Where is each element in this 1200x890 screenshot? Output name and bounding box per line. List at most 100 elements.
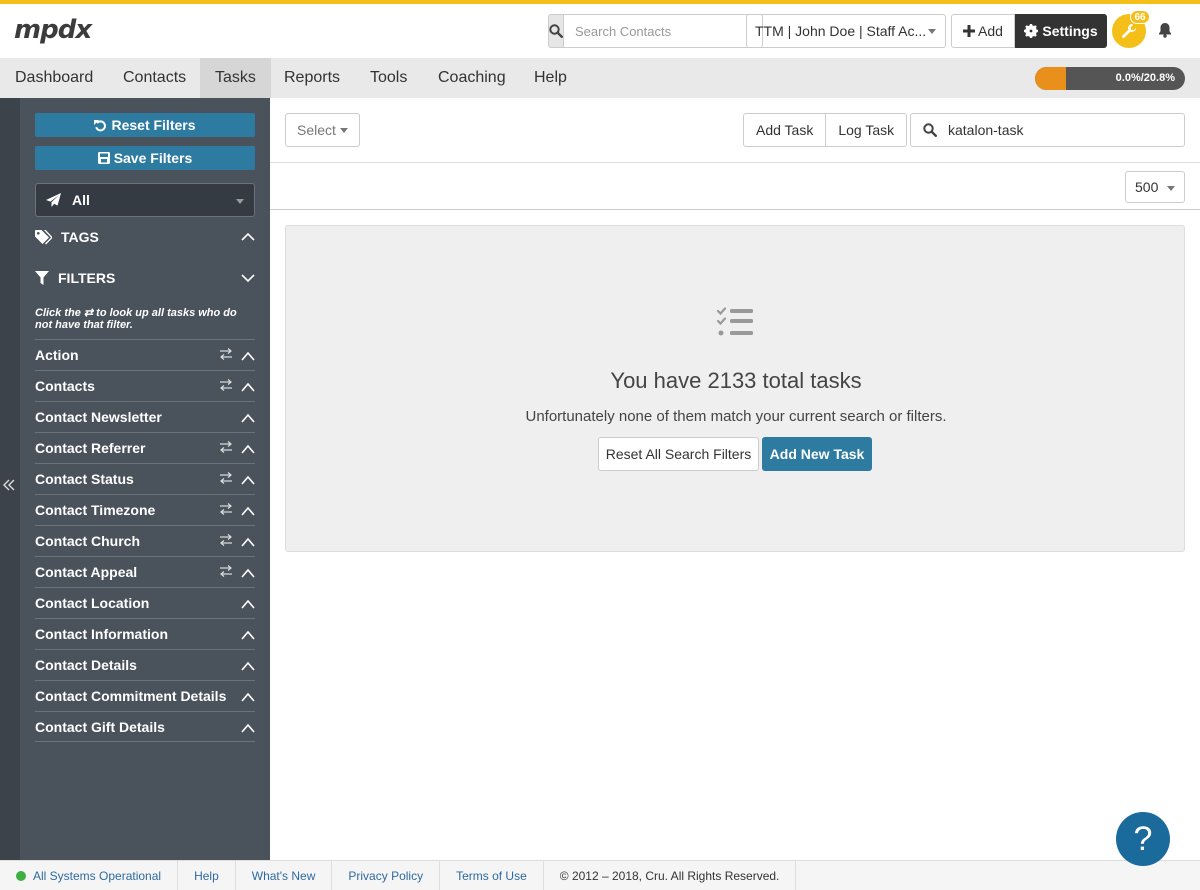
filter-row[interactable]: Contact Timezone (35, 494, 255, 525)
filters-help-text: Click the ⇄ to look up all tasks who do … (35, 307, 237, 331)
settings-button-label: Settings (1042, 23, 1098, 39)
add-new-task-button[interactable]: Add New Task (762, 437, 872, 471)
save-icon (97, 152, 110, 164)
add-button-label: Add (978, 23, 1003, 39)
nav-contacts[interactable]: Contacts (108, 58, 201, 98)
progress-fill (1035, 67, 1067, 90)
filter-row[interactable]: Contacts (35, 370, 255, 401)
per-page-select[interactable]: 500 (1125, 171, 1185, 203)
tasks-toolbar: Select Add Task Log Task katalon-task (270, 98, 1200, 163)
search-contacts-input[interactable] (564, 14, 763, 48)
search-icon (923, 123, 937, 137)
status-dot-icon (16, 870, 26, 881)
reverse-filter-icon[interactable] (219, 347, 233, 364)
filter-row-label: Contact Referrer (35, 440, 146, 456)
reverse-filter-icon[interactable] (219, 440, 233, 457)
pagination-bar: 500 (270, 163, 1200, 210)
chevron-down-icon (928, 29, 936, 34)
filter-row-label: Contact Status (35, 471, 134, 487)
account-list-value: TTM | John Doe | Staff Ac... (755, 23, 927, 39)
chevron-up-icon (241, 442, 255, 458)
chevron-down-icon (241, 274, 255, 283)
nav-reports[interactable]: Reports (269, 58, 355, 98)
chevron-up-icon (241, 535, 255, 551)
collapse-sidebar-icon[interactable] (2, 478, 16, 497)
save-filters-button[interactable]: Save Filters (35, 146, 255, 170)
filter-row-label: Contact Location (35, 595, 150, 611)
chevron-up-icon (241, 597, 255, 613)
reverse-filter-icon[interactable] (219, 533, 233, 550)
select-dropdown[interactable]: Select (285, 113, 360, 147)
saved-filter-select[interactable]: All (35, 183, 255, 217)
bell-icon[interactable] (1158, 22, 1178, 42)
filter-row[interactable]: Contact Location (35, 587, 255, 618)
filter-row-label: Contact Gift Details (35, 718, 165, 735)
sidebar-rail (0, 98, 20, 860)
plus-icon (963, 25, 976, 37)
account-list-select[interactable]: TTM | John Doe | Staff Ac... (746, 14, 946, 48)
add-button[interactable]: Add (951, 14, 1015, 48)
filter-row-label: Contact Church (35, 533, 140, 549)
footer-privacy-link[interactable]: Privacy Policy (332, 860, 441, 890)
nav-coaching[interactable]: Coaching (423, 58, 521, 98)
header: mpdx TTM | John Doe | Staff Ac... Add Se… (0, 4, 1200, 58)
per-page-value: 500 (1135, 179, 1159, 195)
filter-row[interactable]: Action (35, 339, 255, 370)
progress-label: 0.0%/20.8% (1115, 72, 1175, 84)
filter-row-label: Contact Details (35, 657, 137, 673)
select-dropdown-label: Select (297, 122, 336, 138)
filters-section-label: FILTERS (58, 270, 116, 286)
nav-tasks[interactable]: Tasks (200, 58, 271, 98)
help-question-icon[interactable]: ? (1116, 812, 1170, 866)
filter-row[interactable]: Contact Gift Details (35, 711, 255, 742)
filter-row[interactable]: Contact Information (35, 618, 255, 649)
task-search-field[interactable]: katalon-task (910, 113, 1185, 147)
goal-progress-bar[interactable]: 0.0%/20.8% (1035, 67, 1185, 90)
filter-row[interactable]: Contact Status (35, 463, 255, 494)
filter-row[interactable]: Contact Commitment Details (35, 680, 255, 711)
nav-dashboard[interactable]: Dashboard (0, 58, 108, 98)
mpdx-logo[interactable]: mpdx (14, 14, 100, 46)
logo-text: mpdx (14, 15, 92, 45)
filter-row[interactable]: Contact Details (35, 649, 255, 680)
chevron-up-icon (241, 504, 255, 520)
gear-icon (1024, 24, 1039, 38)
footer-copyright: © 2012 – 2018, Cru. All Rights Reserved. (544, 860, 797, 890)
search-icon[interactable] (548, 14, 564, 48)
empty-state-panel: You have 2133 total tasks Unfortunately … (285, 225, 1185, 552)
filter-row-label: Contact Appeal (35, 564, 138, 580)
empty-state-title: You have 2133 total tasks (610, 368, 862, 393)
filters-section-header[interactable]: FILTERS (35, 263, 255, 293)
footer-terms-link[interactable]: Terms of Use (440, 860, 544, 890)
nav-tools[interactable]: Tools (355, 58, 422, 98)
reverse-filter-icon[interactable] (219, 378, 233, 395)
system-status-link[interactable]: All Systems Operational (0, 860, 179, 890)
reverse-filter-icon[interactable] (219, 471, 233, 488)
chevron-up-icon (241, 380, 255, 396)
undo-icon (94, 119, 107, 131)
save-filters-label: Save Filters (113, 150, 193, 166)
filter-row[interactable]: Contact Appeal (35, 556, 255, 587)
filter-row[interactable]: Contact Church (35, 525, 255, 556)
footer-help-link[interactable]: Help (178, 860, 236, 890)
nav-help[interactable]: Help (519, 58, 582, 98)
reset-all-filters-button[interactable]: Reset All Search Filters (598, 437, 759, 471)
chevron-down-icon (339, 127, 348, 133)
reset-filters-button[interactable]: Reset Filters (35, 113, 255, 137)
settings-button[interactable]: Settings (1015, 14, 1107, 48)
filter-sidebar: Reset Filters Save Filters All TAGS FILT… (0, 98, 270, 860)
footer-whats-new-link[interactable]: What's New (236, 860, 333, 890)
tags-section-header[interactable]: TAGS (35, 222, 255, 252)
reverse-filter-icon[interactable] (219, 502, 233, 519)
task-button-group: Add Task Log Task (743, 113, 908, 147)
filter-row[interactable]: Contact Newsletter (35, 401, 255, 432)
wrench-icon (1122, 24, 1136, 38)
reverse-filter-icon[interactable] (219, 564, 233, 581)
filter-row-label: Contact Newsletter (35, 409, 162, 425)
filter-row[interactable]: Contact Referrer (35, 432, 255, 463)
footer: All Systems Operational Help What's New … (0, 860, 1200, 890)
log-task-button[interactable]: Log Task (826, 113, 908, 147)
filter-row-label: Contact Timezone (35, 502, 156, 518)
tasks-main: Select Add Task Log Task katalon-task 50… (270, 98, 1200, 860)
add-task-button[interactable]: Add Task (743, 113, 827, 147)
